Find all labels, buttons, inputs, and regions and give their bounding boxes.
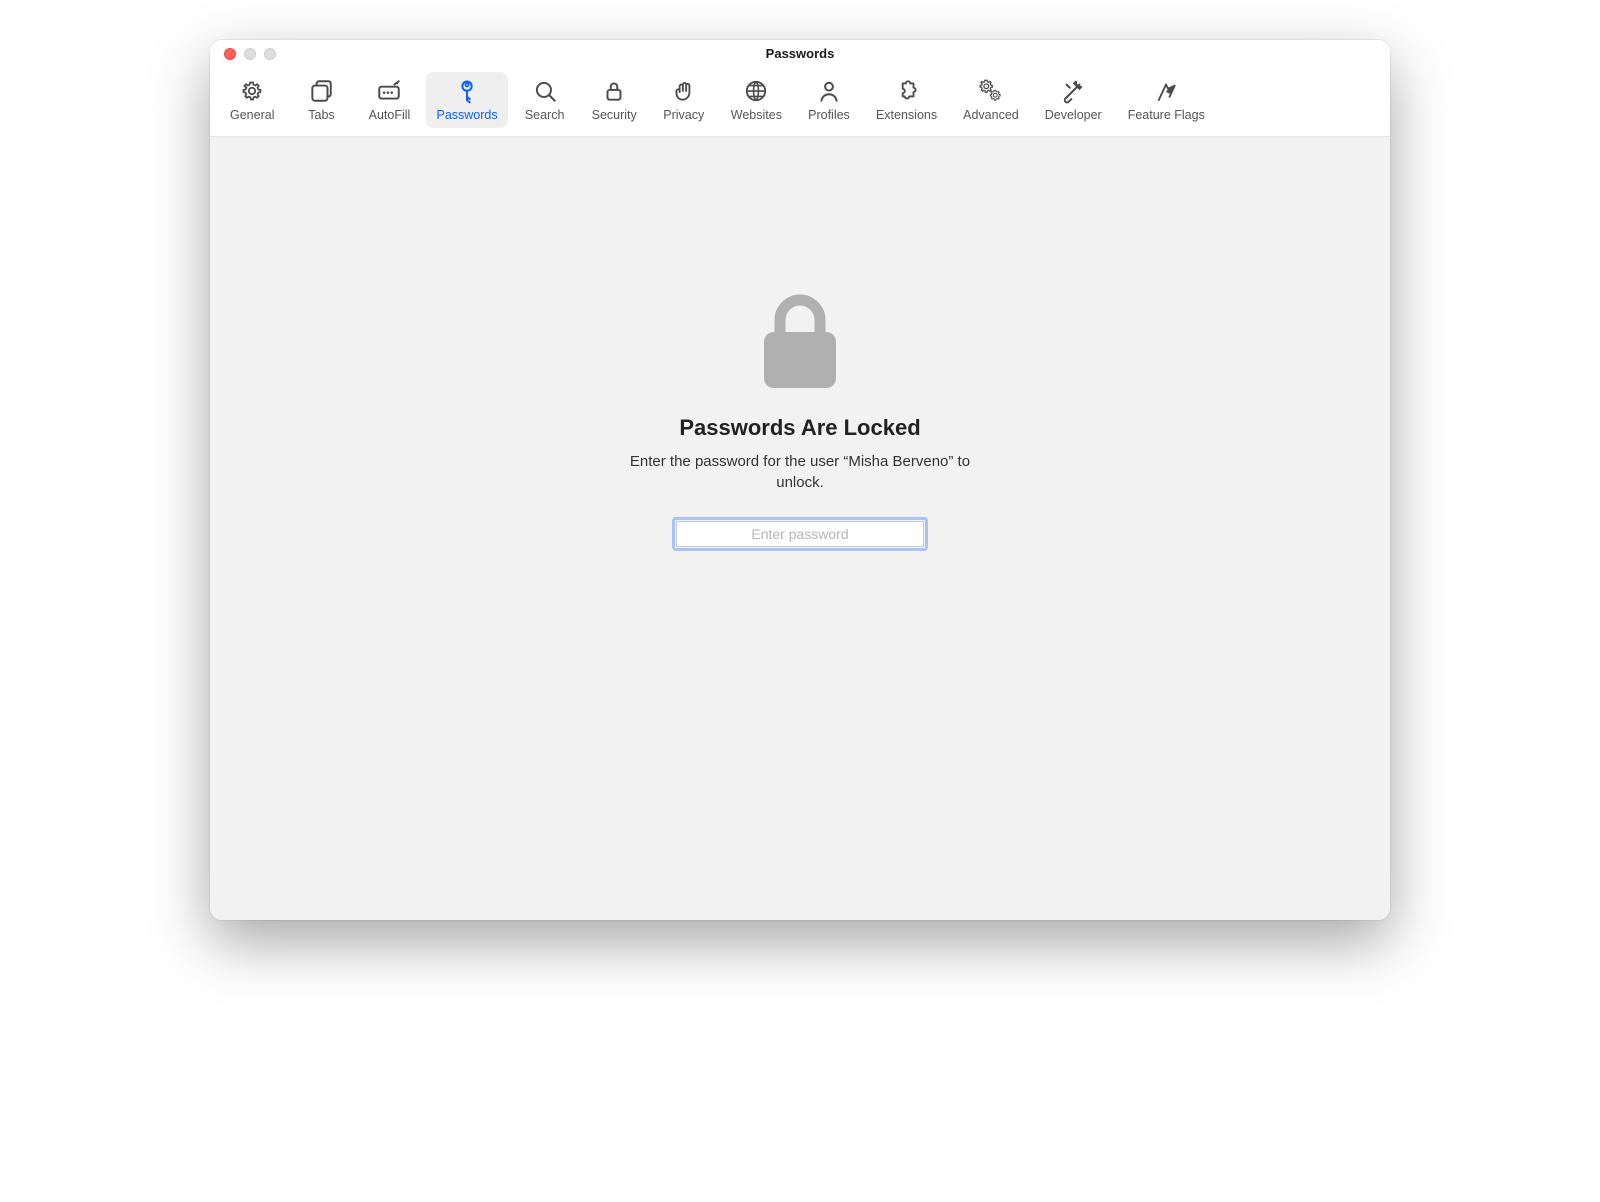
puzzle-icon — [894, 78, 920, 104]
window-title: Passwords — [210, 46, 1390, 61]
globe-icon — [743, 78, 769, 104]
tab-extensions[interactable]: Extensions — [866, 72, 947, 128]
tab-label: Tabs — [308, 108, 334, 122]
search-icon — [532, 78, 558, 104]
tab-label: AutoFill — [369, 108, 411, 122]
tab-label: Feature Flags — [1128, 108, 1205, 122]
titlebar: Passwords — [210, 40, 1390, 68]
passwords-pane: Passwords Are Locked Enter the password … — [210, 137, 1390, 920]
tab-autofill[interactable]: AutoFill — [358, 72, 420, 128]
tab-search[interactable]: Search — [514, 72, 576, 128]
tab-profiles[interactable]: Profiles — [798, 72, 860, 128]
tab-websites[interactable]: Websites — [721, 72, 792, 128]
tab-label: Privacy — [663, 108, 704, 122]
key-icon — [454, 78, 480, 104]
tab-tabs[interactable]: Tabs — [290, 72, 352, 128]
preferences-window: Passwords General Tabs AutoFill Passwords Se… — [210, 40, 1390, 920]
tab-label: General — [230, 108, 274, 122]
tab-label: Search — [525, 108, 565, 122]
flags-icon — [1153, 78, 1179, 104]
tab-label: Profiles — [808, 108, 850, 122]
tab-developer[interactable]: Developer — [1035, 72, 1112, 128]
person-icon — [816, 78, 842, 104]
tab-featureflags[interactable]: Feature Flags — [1118, 72, 1215, 128]
tab-label: Developer — [1045, 108, 1102, 122]
tab-advanced[interactable]: Advanced — [953, 72, 1029, 128]
tab-label: Advanced — [963, 108, 1019, 122]
tab-privacy[interactable]: Privacy — [653, 72, 715, 128]
gears-icon — [978, 78, 1004, 104]
locked-subtitle: Enter the password for the user “Misha B… — [610, 451, 990, 493]
locked-heading: Passwords Are Locked — [679, 415, 920, 441]
tab-label: Websites — [731, 108, 782, 122]
autofill-icon — [376, 78, 402, 104]
tab-security[interactable]: Security — [582, 72, 647, 128]
tools-icon — [1060, 78, 1086, 104]
tab-label: Security — [592, 108, 637, 122]
password-input[interactable] — [676, 521, 924, 547]
preferences-toolbar: General Tabs AutoFill Passwords Search Securi… — [210, 68, 1390, 137]
tab-general[interactable]: General — [220, 72, 284, 128]
lock-icon — [754, 287, 846, 397]
tabs-icon — [308, 78, 334, 104]
tab-passwords[interactable]: Passwords — [426, 72, 507, 128]
hand-icon — [671, 78, 697, 104]
gear-icon — [239, 78, 265, 104]
lock-icon — [601, 78, 627, 104]
password-field-wrap — [676, 521, 924, 547]
tab-label: Passwords — [436, 108, 497, 122]
tab-label: Extensions — [876, 108, 937, 122]
